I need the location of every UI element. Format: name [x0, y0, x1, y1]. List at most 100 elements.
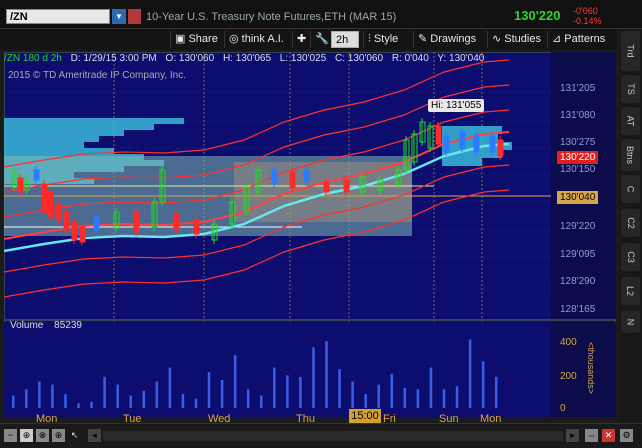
side-tab-l2[interactable]: L2	[621, 277, 640, 305]
volume-profile-bar	[4, 130, 124, 136]
studies-icon: ∿	[492, 33, 505, 45]
time-cursor-badge: 15:00	[349, 409, 381, 423]
side-tab-at[interactable]: AT	[621, 107, 640, 135]
volume-bar	[390, 373, 394, 408]
candle-body	[47, 191, 54, 218]
volume-bar	[155, 381, 159, 408]
patterns-button[interactable]: ⊿ Patterns	[547, 31, 609, 48]
side-tab-c2[interactable]: C2	[621, 209, 640, 237]
current-price-badge: 130'220	[557, 151, 599, 164]
volume-bar	[103, 376, 106, 408]
candle-body	[443, 135, 450, 153]
volume-bar	[286, 375, 289, 408]
timeframe-button[interactable]: 2h	[331, 31, 359, 48]
candle-body	[55, 203, 62, 221]
crosshair-icon[interactable]: ✚	[292, 31, 309, 48]
price-axis-label: 128'165	[560, 304, 596, 315]
volume-bar	[181, 394, 185, 408]
candle-body	[497, 139, 504, 157]
scroll-left-icon[interactable]: ◂	[88, 429, 101, 442]
style-button[interactable]: ⫶ Style	[363, 31, 402, 48]
studies-button[interactable]: ∿ Studies	[487, 31, 545, 48]
side-tab-btns[interactable]: Btns	[621, 139, 640, 171]
high-marker-badge: Hi: 131'055	[428, 99, 485, 112]
settings-icon[interactable]: ⚙	[620, 429, 633, 442]
volume-axis-400: 400	[560, 337, 577, 348]
share-icon: ▣	[175, 33, 189, 45]
volume-bar	[90, 401, 93, 408]
volume-bar	[168, 367, 172, 408]
info-y: Y: 130'040	[437, 53, 485, 64]
pencil-icon: ✎	[418, 33, 431, 45]
instrument-description: 10-Year U.S. Treasury Note Futures,ETH (…	[146, 11, 397, 23]
scroll-right-icon[interactable]: ▸	[566, 429, 579, 442]
volume-bar	[38, 381, 41, 408]
volume-bar	[377, 384, 380, 408]
side-tab-ts[interactable]: TS	[621, 75, 640, 103]
zoom-icon[interactable]: ⊕	[52, 429, 65, 442]
volume-bar	[64, 394, 67, 408]
candle-body	[303, 169, 310, 183]
price-axis-label: 130'275	[560, 137, 596, 148]
symbol-dropdown-icon[interactable]: ▼	[112, 9, 126, 24]
volume-bar	[468, 339, 472, 408]
side-tab-n[interactable]: N	[621, 311, 640, 333]
cursor-price-badge: 130'040	[557, 191, 599, 204]
candle-body	[323, 181, 330, 193]
chart-panel[interactable]	[4, 52, 616, 418]
volume-bar	[494, 376, 498, 408]
side-tab-c3[interactable]: C3	[621, 243, 640, 271]
price-axis-label: 128'290	[560, 276, 596, 287]
volume-value: 85239	[54, 320, 82, 331]
candle-body	[489, 135, 496, 153]
wrench-icon[interactable]: 🔧	[310, 31, 329, 48]
share-button[interactable]: ▣ Share	[170, 31, 222, 48]
volume-bar	[142, 390, 146, 408]
candle-body	[193, 219, 200, 235]
candle-body	[343, 179, 350, 193]
price-axis-label: 129'095	[560, 249, 596, 260]
volume-profile-bar	[4, 142, 84, 148]
volume-bar	[220, 380, 224, 408]
horizontal-scrollbar[interactable]	[103, 431, 563, 441]
volume-header: Volume 85239	[4, 320, 547, 335]
volume-bar	[12, 395, 15, 408]
fit-icon[interactable]: ⊗	[36, 429, 49, 442]
volume-profile-bar	[4, 118, 184, 124]
think-ai-button[interactable]: ◎ think A.I.	[224, 31, 288, 48]
candle-body	[133, 211, 140, 233]
side-tab-panel: Trd TS AT Btns C C2 C3 L2 N	[619, 29, 642, 447]
volume-profile-bar	[4, 124, 154, 130]
info-date: D: 1/29/15 3:00 PM	[70, 53, 157, 64]
drawings-button[interactable]: ✎ Drawings	[413, 31, 480, 48]
patterns-icon: ⊿	[552, 33, 565, 45]
price-axis-label: 130'150	[560, 164, 596, 175]
side-tab-trd[interactable]: Trd	[621, 31, 640, 71]
volume-bar	[273, 367, 276, 408]
link-icon[interactable]	[128, 9, 141, 24]
candle-body	[271, 169, 278, 185]
volume-bar	[25, 389, 28, 408]
expand-icon[interactable]: ⇔	[585, 429, 598, 442]
zoom-out-icon[interactable]: −	[4, 429, 17, 442]
pointer-icon[interactable]: ↖	[68, 429, 81, 442]
price-axis-label: 129'220	[560, 221, 596, 232]
volume-bar	[325, 341, 328, 408]
info-symbol: /ZN 180 d 2h	[4, 53, 62, 64]
side-tab-c[interactable]: C	[621, 175, 640, 203]
price-change-percent: -0.14%	[573, 16, 602, 26]
candle-body	[459, 131, 466, 149]
candle-body	[17, 177, 24, 193]
symbol-input[interactable]: /ZN	[6, 9, 110, 24]
price-chart[interactable]	[4, 52, 616, 418]
volume-profile-bar	[442, 158, 482, 166]
zoom-in-icon[interactable]: ⊕	[20, 429, 33, 442]
volume-bar	[312, 347, 315, 408]
volume-bar	[194, 398, 198, 408]
candle-body	[93, 216, 100, 231]
info-bar: /ZN 180 d 2h D: 1/29/15 3:00 PM O: 130'0…	[4, 53, 547, 67]
think-ai-icon: ◎	[229, 33, 242, 45]
close-icon[interactable]: ✕	[602, 429, 615, 442]
info-high: H: 130'065	[222, 53, 272, 64]
volume-bar	[260, 395, 263, 408]
